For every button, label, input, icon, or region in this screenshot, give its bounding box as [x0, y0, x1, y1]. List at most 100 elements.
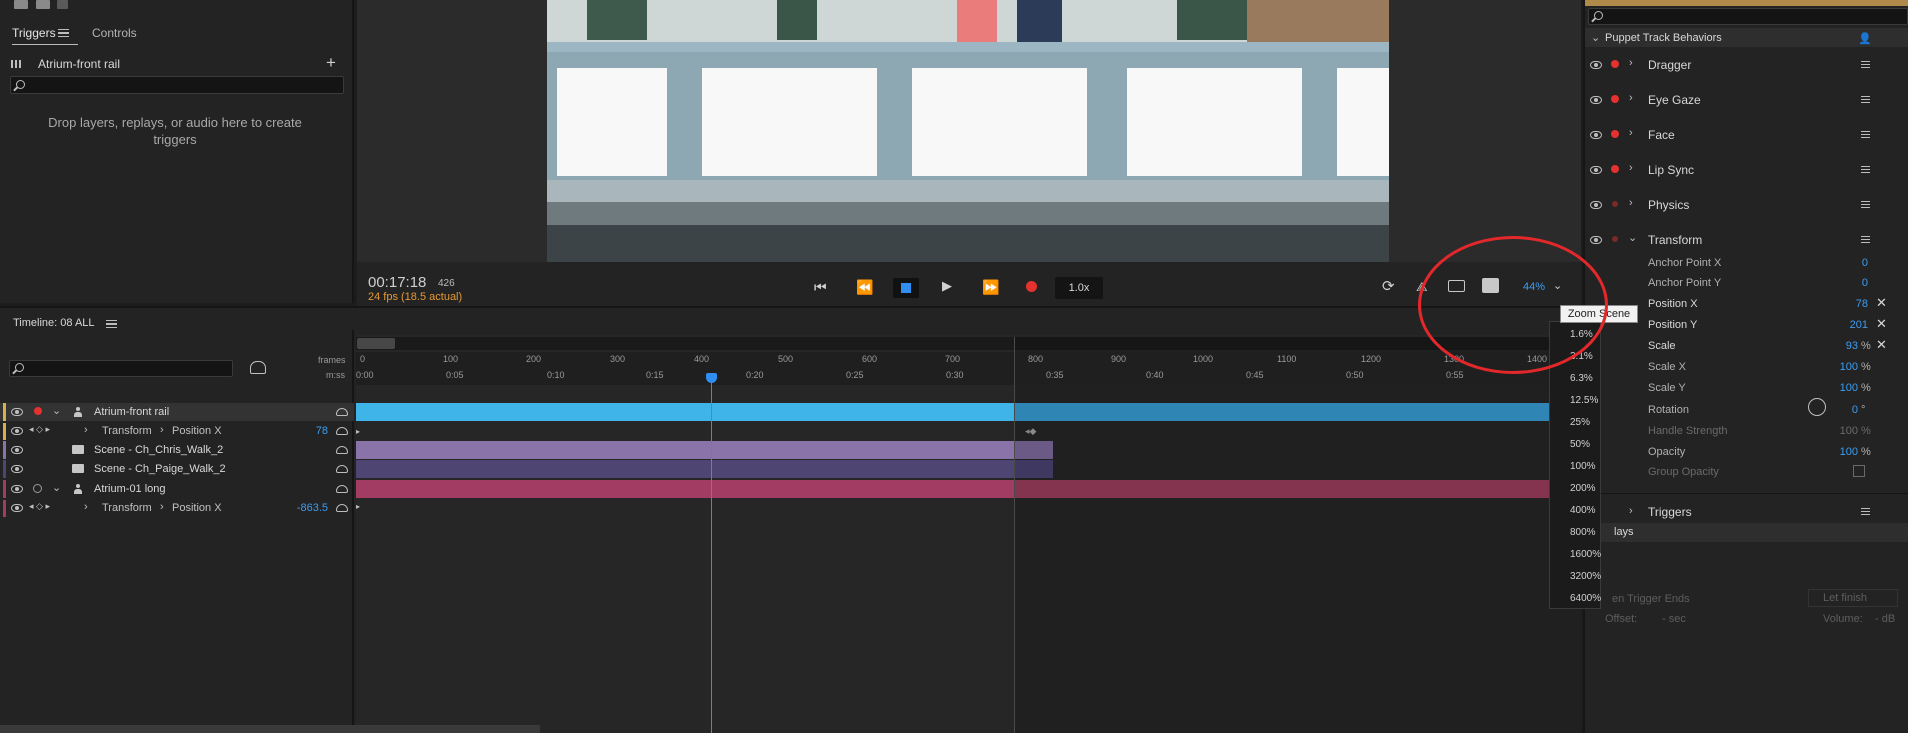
- timecode[interactable]: 00:17:18: [368, 274, 426, 291]
- keyframe-marker[interactable]: ▸: [356, 427, 360, 436]
- zoom-option[interactable]: 3200%: [1570, 571, 1601, 582]
- trigger-search-input[interactable]: [10, 76, 344, 94]
- record-button[interactable]: [1026, 281, 1037, 292]
- arm-icon[interactable]: [336, 446, 348, 454]
- chevron-right-icon[interactable]: ›: [1629, 197, 1633, 209]
- chevron-right-icon[interactable]: ›: [1629, 57, 1633, 69]
- record-off-icon[interactable]: [33, 484, 42, 493]
- chevron-down-icon[interactable]: ⌄: [52, 481, 61, 494]
- eye-icon[interactable]: [1590, 61, 1602, 69]
- playback-speed[interactable]: 1.0x: [1055, 277, 1103, 299]
- zoom-option[interactable]: 6400%: [1570, 593, 1601, 604]
- track-bar-chris-walk-tail[interactable]: [1015, 441, 1053, 459]
- zoom-option[interactable]: 100%: [1570, 461, 1596, 472]
- chevron-down-icon[interactable]: ⌄: [1591, 31, 1600, 44]
- eye-icon[interactable]: [11, 446, 23, 454]
- param-value[interactable]: 201: [1838, 319, 1868, 331]
- param-value[interactable]: 78: [300, 425, 328, 437]
- eye-icon[interactable]: [11, 485, 23, 493]
- eye-icon[interactable]: [1590, 236, 1602, 244]
- arm-icon[interactable]: [336, 427, 348, 435]
- properties-search-input[interactable]: [1588, 8, 1908, 25]
- behavior-menu-icon[interactable]: [1861, 61, 1870, 68]
- zoom-option[interactable]: 50%: [1570, 439, 1590, 450]
- zoom-option[interactable]: 800%: [1570, 527, 1596, 538]
- chevron-right-icon[interactable]: ›: [1629, 505, 1633, 517]
- param-value[interactable]: 100: [1828, 382, 1858, 394]
- track-bar-atrium-front-rail[interactable]: [356, 403, 1015, 421]
- step-back-button[interactable]: ⏪: [856, 279, 873, 296]
- behavior-menu-icon[interactable]: [1861, 96, 1870, 103]
- behavior-row-dragger[interactable]: › Dragger: [1588, 54, 1908, 76]
- chevron-down-icon[interactable]: ⌄: [1628, 231, 1637, 244]
- chevron-right-icon[interactable]: ›: [84, 424, 88, 436]
- arm-icon[interactable]: [336, 408, 348, 416]
- keyframe-nav-icon[interactable]: ◂ ◇ ▸: [29, 424, 50, 435]
- record-dot-icon[interactable]: [34, 407, 42, 415]
- param-value[interactable]: 0: [1848, 277, 1868, 289]
- zoom-option[interactable]: 1600%: [1570, 549, 1601, 560]
- refresh-icon[interactable]: ⟳: [1382, 277, 1395, 295]
- panel-menu-icon[interactable]: [58, 29, 69, 37]
- ai-icon[interactable]: [57, 0, 68, 9]
- track-bar-paige-walk-tail[interactable]: [1015, 460, 1053, 478]
- arm-icon[interactable]: [336, 485, 348, 493]
- eye-icon[interactable]: [11, 504, 23, 512]
- timeline-search-input[interactable]: [9, 360, 233, 377]
- eye-icon[interactable]: [11, 427, 23, 435]
- eye-icon[interactable]: [11, 408, 23, 416]
- behavior-row-physics[interactable]: › Physics: [1588, 194, 1908, 216]
- param-value[interactable]: 100: [1828, 361, 1858, 373]
- tab-controls[interactable]: Controls: [92, 26, 137, 40]
- add-trigger-button[interactable]: +: [326, 53, 336, 73]
- remove-parameter-icon[interactable]: ✕: [1876, 295, 1887, 311]
- behavior-menu-icon[interactable]: [1861, 166, 1870, 173]
- rotation-dial[interactable]: [1808, 398, 1826, 416]
- eye-icon[interactable]: [11, 465, 23, 473]
- track-bar-chris-walk[interactable]: [356, 441, 1015, 459]
- zoom-option[interactable]: 6.3%: [1570, 373, 1593, 384]
- chevron-down-icon[interactable]: ⌄: [52, 404, 61, 417]
- arm-icon[interactable]: [336, 504, 348, 512]
- param-value[interactable]: 100: [1828, 446, 1858, 458]
- timeline-menu-icon[interactable]: [106, 320, 117, 328]
- param-value[interactable]: 93: [1828, 340, 1858, 352]
- param-value[interactable]: 78: [1838, 298, 1868, 310]
- keyframe-nav-icon[interactable]: ◂ ◇ ▸: [29, 501, 50, 512]
- zoom-option[interactable]: 200%: [1570, 483, 1596, 494]
- eye-icon[interactable]: [1590, 131, 1602, 139]
- behavior-row-eye-gaze[interactable]: › Eye Gaze: [1588, 89, 1908, 111]
- track-bar-atrium-front-rail-tail[interactable]: [1015, 403, 1549, 421]
- chevron-right-icon[interactable]: ›: [1629, 162, 1633, 174]
- record-dot-icon[interactable]: [1611, 95, 1619, 103]
- param-value[interactable]: 0: [1838, 404, 1858, 416]
- eye-icon[interactable]: [1590, 166, 1602, 174]
- chevron-right-icon[interactable]: ›: [84, 501, 88, 513]
- group-opacity-checkbox[interactable]: [1853, 465, 1865, 477]
- go-to-start-button[interactable]: ⏮: [814, 279, 827, 296]
- zoom-option[interactable]: 12.5%: [1570, 395, 1598, 406]
- track-bar-paige-walk[interactable]: [356, 460, 1015, 478]
- chevron-right-icon[interactable]: ›: [1629, 127, 1633, 139]
- behavior-menu-icon[interactable]: [1861, 201, 1870, 208]
- step-forward-button[interactable]: ⏩: [982, 279, 999, 296]
- trigger-ends-select[interactable]: Let finish: [1808, 589, 1898, 607]
- horizontal-scrollbar[interactable]: [0, 725, 540, 733]
- record-dot-icon[interactable]: [1612, 201, 1618, 207]
- behavior-menu-icon[interactable]: [1861, 131, 1870, 138]
- play-button[interactable]: ▶: [942, 278, 952, 294]
- behavior-menu-icon[interactable]: [1861, 236, 1870, 243]
- behavior-row-lip-sync[interactable]: › Lip Sync: [1588, 159, 1908, 181]
- scene-preview[interactable]: [547, 0, 1389, 262]
- record-dot-icon[interactable]: [1611, 165, 1619, 173]
- arm-icon[interactable]: [336, 465, 348, 473]
- playhead-line[interactable]: [711, 378, 712, 733]
- behavior-row-transform[interactable]: ⌄ Transform: [1588, 229, 1908, 251]
- eye-icon[interactable]: [1590, 201, 1602, 209]
- keyframe-marker[interactable]: ◂◆: [1025, 426, 1036, 437]
- zoom-option[interactable]: 25%: [1570, 417, 1590, 428]
- panel-icon[interactable]: [36, 0, 50, 9]
- behavior-menu-icon[interactable]: [1861, 508, 1870, 515]
- behavior-row-face[interactable]: › Face: [1588, 124, 1908, 146]
- record-dot-icon[interactable]: [1611, 130, 1619, 138]
